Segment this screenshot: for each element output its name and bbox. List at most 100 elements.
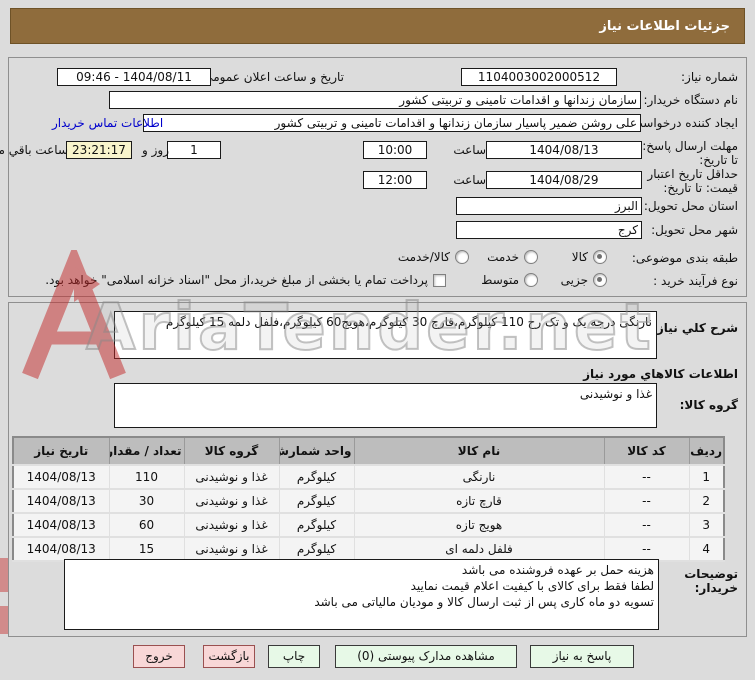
radio-icon[interactable]: [524, 273, 538, 287]
respond-to-need-button[interactable]: پاسخ به نیاز: [530, 645, 634, 668]
province-label: استان محل تحویل:: [643, 199, 738, 213]
goods-group-label: گروه کالا:: [679, 398, 738, 412]
city-label: شهر محل تحویل:: [651, 223, 738, 237]
column-header: تعداد / مقدار: [108, 436, 185, 466]
public-announcement-field[interactable]: 1404/08/11 - 09:46: [57, 68, 211, 86]
remaining-days-field[interactable]: 1: [167, 141, 221, 159]
subject-class-option-goods-service[interactable]: کالا/خدمت: [398, 249, 469, 265]
view-attachments-button[interactable]: مشاهده مدارک پیوستی (0): [335, 645, 517, 668]
table-cell: کیلوگرم: [278, 536, 355, 562]
remaining-time-label: ساعت باقي مانده: [0, 143, 68, 157]
table-cell: --: [603, 488, 690, 514]
table-cell: --: [603, 464, 690, 490]
table-cell: کیلوگرم: [278, 488, 355, 514]
purchase-type-option-minor[interactable]: جزیی: [561, 272, 607, 288]
exit-button[interactable]: خروج: [133, 645, 185, 668]
price-validity-time-label: ساعت: [453, 173, 486, 187]
table-cell: فلفل دلمه ای: [353, 536, 605, 562]
goods-group-textarea[interactable]: غذا و نوشیدنی: [114, 383, 657, 428]
request-creator-label: ایجاد کننده درخواست:: [627, 116, 738, 130]
table-cell: 3: [688, 512, 725, 538]
need-description-textarea[interactable]: نارنگی درجه یک و تک رح 110 کیلوگرم،قارچ …: [114, 311, 657, 359]
general-info-panel: شماره نیاز: 1104003002000512 تاریخ و ساع…: [0, 57, 747, 297]
goods-info-header: اطلاعات کالاهاي مورد نياز: [583, 367, 738, 381]
goods-table-header: ردیف کد کالا نام کالا واحد شمارش گروه کا…: [12, 436, 725, 466]
city-field[interactable]: کرج: [456, 221, 642, 239]
table-cell: 1404/08/13: [12, 464, 110, 490]
table-cell: --: [603, 512, 690, 538]
back-button[interactable]: بازگشت: [203, 645, 255, 668]
table-cell: غذا و نوشیدنی: [183, 488, 280, 514]
table-cell: غذا و نوشیدنی: [183, 536, 280, 562]
table-cell: کیلوگرم: [278, 512, 355, 538]
response-deadline-time-label: ساعت: [453, 143, 486, 157]
radio-icon[interactable]: [455, 250, 469, 264]
purchase-type-option-medium[interactable]: متوسط: [481, 272, 538, 288]
table-cell: 110: [108, 464, 185, 490]
subject-class-option-service[interactable]: خدمت: [487, 249, 538, 265]
table-cell: غذا و نوشیدنی: [183, 512, 280, 538]
watermark-fragment: [0, 606, 8, 634]
column-header: کد کالا: [603, 436, 690, 466]
table-cell: قارچ تازه: [353, 488, 605, 514]
treasury-payment-checkbox-row[interactable]: پرداخت تمام یا بخشی از مبلغ خرید،از محل …: [45, 272, 446, 288]
radio-label: کالا/خدمت: [397, 250, 450, 264]
buyer-org-label: نام دستگاه خریدار:: [643, 93, 739, 107]
request-creator-field[interactable]: علی روشن ضمیر پاسیار سازمان زندانها و اق…: [143, 114, 641, 132]
need-number-field[interactable]: 1104003002000512: [461, 68, 617, 86]
province-field[interactable]: البرز: [456, 197, 642, 215]
price-validity-date-field[interactable]: 1404/08/29: [486, 171, 642, 189]
subject-class-label: طبقه بندی موضوعی:: [631, 251, 738, 265]
column-header: ردیف: [688, 436, 725, 466]
response-deadline-date-field[interactable]: 1404/08/13: [486, 141, 642, 159]
public-announcement-label: تاریخ و ساعت اعلان عمومی:: [199, 70, 344, 84]
column-header: نام کالا: [353, 436, 605, 466]
column-header: واحد شمارش: [278, 436, 355, 466]
table-cell: 15: [108, 536, 185, 562]
table-cell: 1404/08/13: [12, 488, 110, 514]
table-row: 1 -- نارنگی کیلوگرم غذا و نوشیدنی 110 1404/08/…: [12, 464, 725, 490]
buyer-org-field[interactable]: سازمان زندانها و اقدامات تامینی و تربیتی…: [109, 91, 641, 109]
goods-table: ردیف کد کالا نام کالا واحد شمارش گروه کا…: [12, 436, 725, 562]
radio-icon[interactable]: [524, 250, 538, 264]
need-description-label: شرح کلي نياز:: [652, 321, 738, 335]
checkbox-label: پرداخت تمام یا بخشی از مبلغ خرید،از محل …: [45, 273, 428, 287]
subject-class-option-goods[interactable]: کالا: [572, 249, 607, 265]
price-validity-time-field[interactable]: 12:00: [363, 171, 427, 189]
table-cell: 4: [688, 536, 725, 562]
remaining-days-label: روز و: [142, 143, 169, 157]
need-details-page: جزئیات اطلاعات نیاز شماره نیاز: 11040030…: [0, 0, 755, 680]
table-cell: نارنگی: [353, 464, 605, 490]
table-cell: هویج تازه: [353, 512, 605, 538]
radio-icon[interactable]: [593, 273, 607, 287]
radio-label: متوسط: [481, 273, 519, 287]
radio-label: جزیی: [560, 273, 588, 287]
watermark-fragment: [0, 558, 8, 592]
purchase-type-label: نوع فرآیند خرید :: [653, 274, 738, 288]
response-deadline-time-field[interactable]: 10:00: [363, 141, 427, 159]
table-cell: کیلوگرم: [278, 464, 355, 490]
table-cell: 60: [108, 512, 185, 538]
table-cell: 1404/08/13: [12, 512, 110, 538]
table-cell: غذا و نوشیدنی: [183, 464, 280, 490]
remaining-time-field[interactable]: 23:21:17: [66, 141, 132, 159]
buyer-notes-textarea[interactable]: هزینه حمل بر عهده فروشنده می باشد لطفا ف…: [64, 559, 659, 630]
price-validity-label: حداقل تاریخ اعتبار قیمت: تا تاریخ:: [647, 167, 738, 195]
table-cell: --: [603, 536, 690, 562]
page-title: جزئیات اطلاعات نیاز: [10, 8, 745, 44]
checkbox-icon[interactable]: [433, 273, 446, 287]
table-cell: 30: [108, 488, 185, 514]
print-button[interactable]: چاپ: [268, 645, 320, 668]
column-header: تاریخ نیاز: [12, 436, 110, 466]
radio-label: خدمت: [487, 250, 519, 264]
buyer-contact-link[interactable]: اطلاعات تماس خریدار: [52, 114, 163, 132]
table-row: 3 -- هویج تازه کیلوگرم غذا و نوشیدنی 60 1404/0…: [12, 512, 725, 538]
radio-label: کالا: [571, 250, 588, 264]
response-deadline-label: مهلت ارسال پاسخ: تا تاریخ:: [642, 139, 738, 167]
radio-icon[interactable]: [593, 250, 607, 264]
need-number-label: شماره نیاز:: [681, 70, 738, 84]
table-cell: 1: [688, 464, 725, 490]
column-header: گروه کالا: [183, 436, 280, 466]
table-row: 2 -- قارچ تازه کیلوگرم غذا و نوشیدنی 30 1404/0…: [12, 488, 725, 514]
table-cell: 2: [688, 488, 725, 514]
